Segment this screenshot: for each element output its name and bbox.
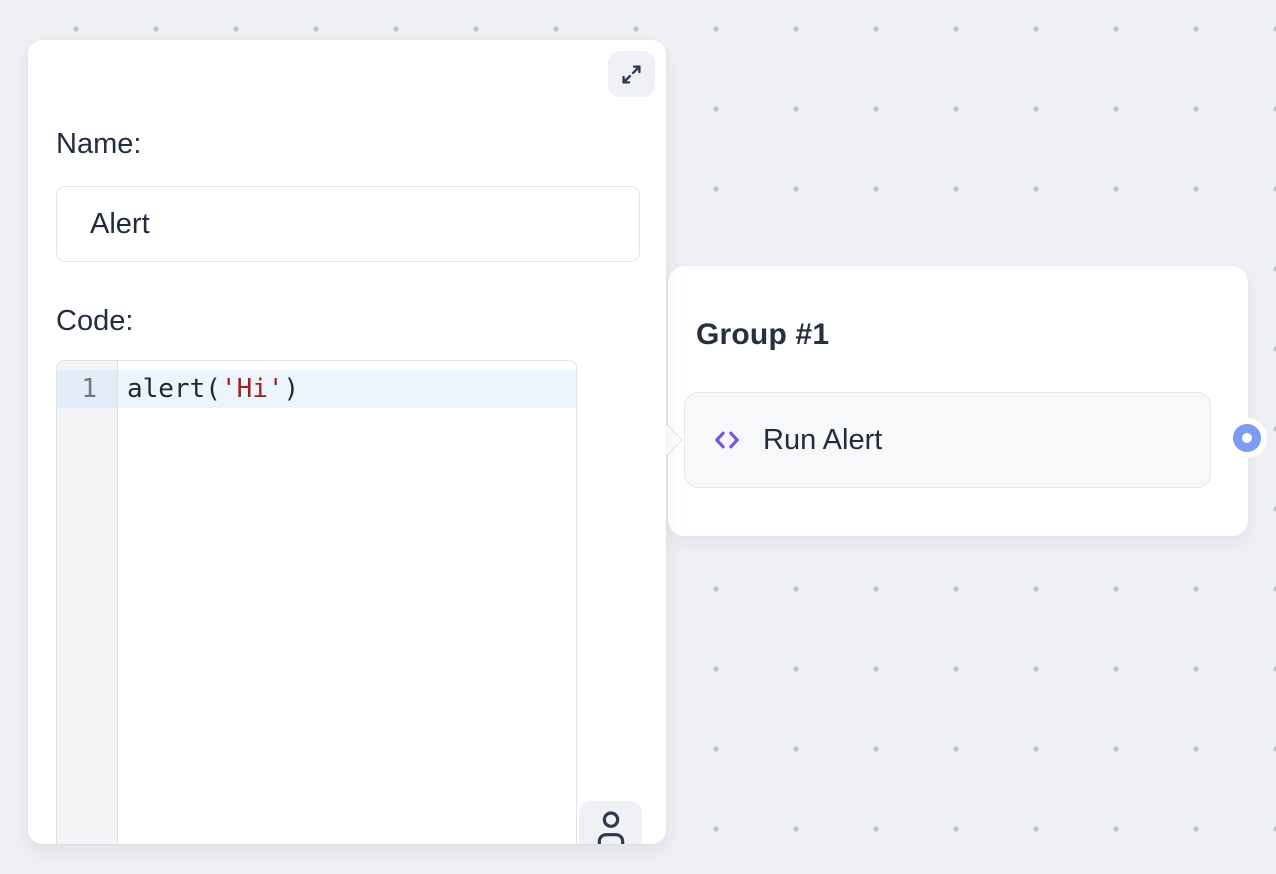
editor-gutter: 1 bbox=[57, 361, 118, 844]
code-token-close: ) bbox=[284, 374, 300, 404]
run-alert-node[interactable]: Run Alert bbox=[684, 392, 1211, 488]
group-title: Group #1 bbox=[696, 318, 829, 352]
code-line[interactable]: alert('Hi') bbox=[118, 370, 576, 408]
expand-button[interactable] bbox=[608, 51, 655, 97]
editor-content[interactable]: alert('Hi') bbox=[118, 361, 576, 844]
connection-handle[interactable] bbox=[1233, 424, 1261, 452]
code-token-string: 'Hi' bbox=[221, 374, 284, 404]
user-icon bbox=[591, 808, 631, 844]
name-label: Name: bbox=[56, 128, 141, 161]
code-label: Code: bbox=[56, 305, 133, 338]
code-icon bbox=[711, 425, 743, 455]
expand-diagonal-icon bbox=[618, 61, 645, 88]
code-token-function: alert( bbox=[127, 374, 221, 404]
user-button[interactable] bbox=[579, 801, 642, 844]
node-label: Run Alert bbox=[763, 424, 882, 457]
code-editor[interactable]: 1 alert('Hi') bbox=[56, 360, 577, 844]
line-number: 1 bbox=[57, 370, 117, 408]
node-properties-panel: Name: Code: 1 alert('Hi') bbox=[28, 40, 666, 844]
flow-canvas[interactable]: Group #1 Run Alert Name: Code: bbox=[0, 0, 1276, 874]
name-input[interactable] bbox=[56, 186, 640, 262]
